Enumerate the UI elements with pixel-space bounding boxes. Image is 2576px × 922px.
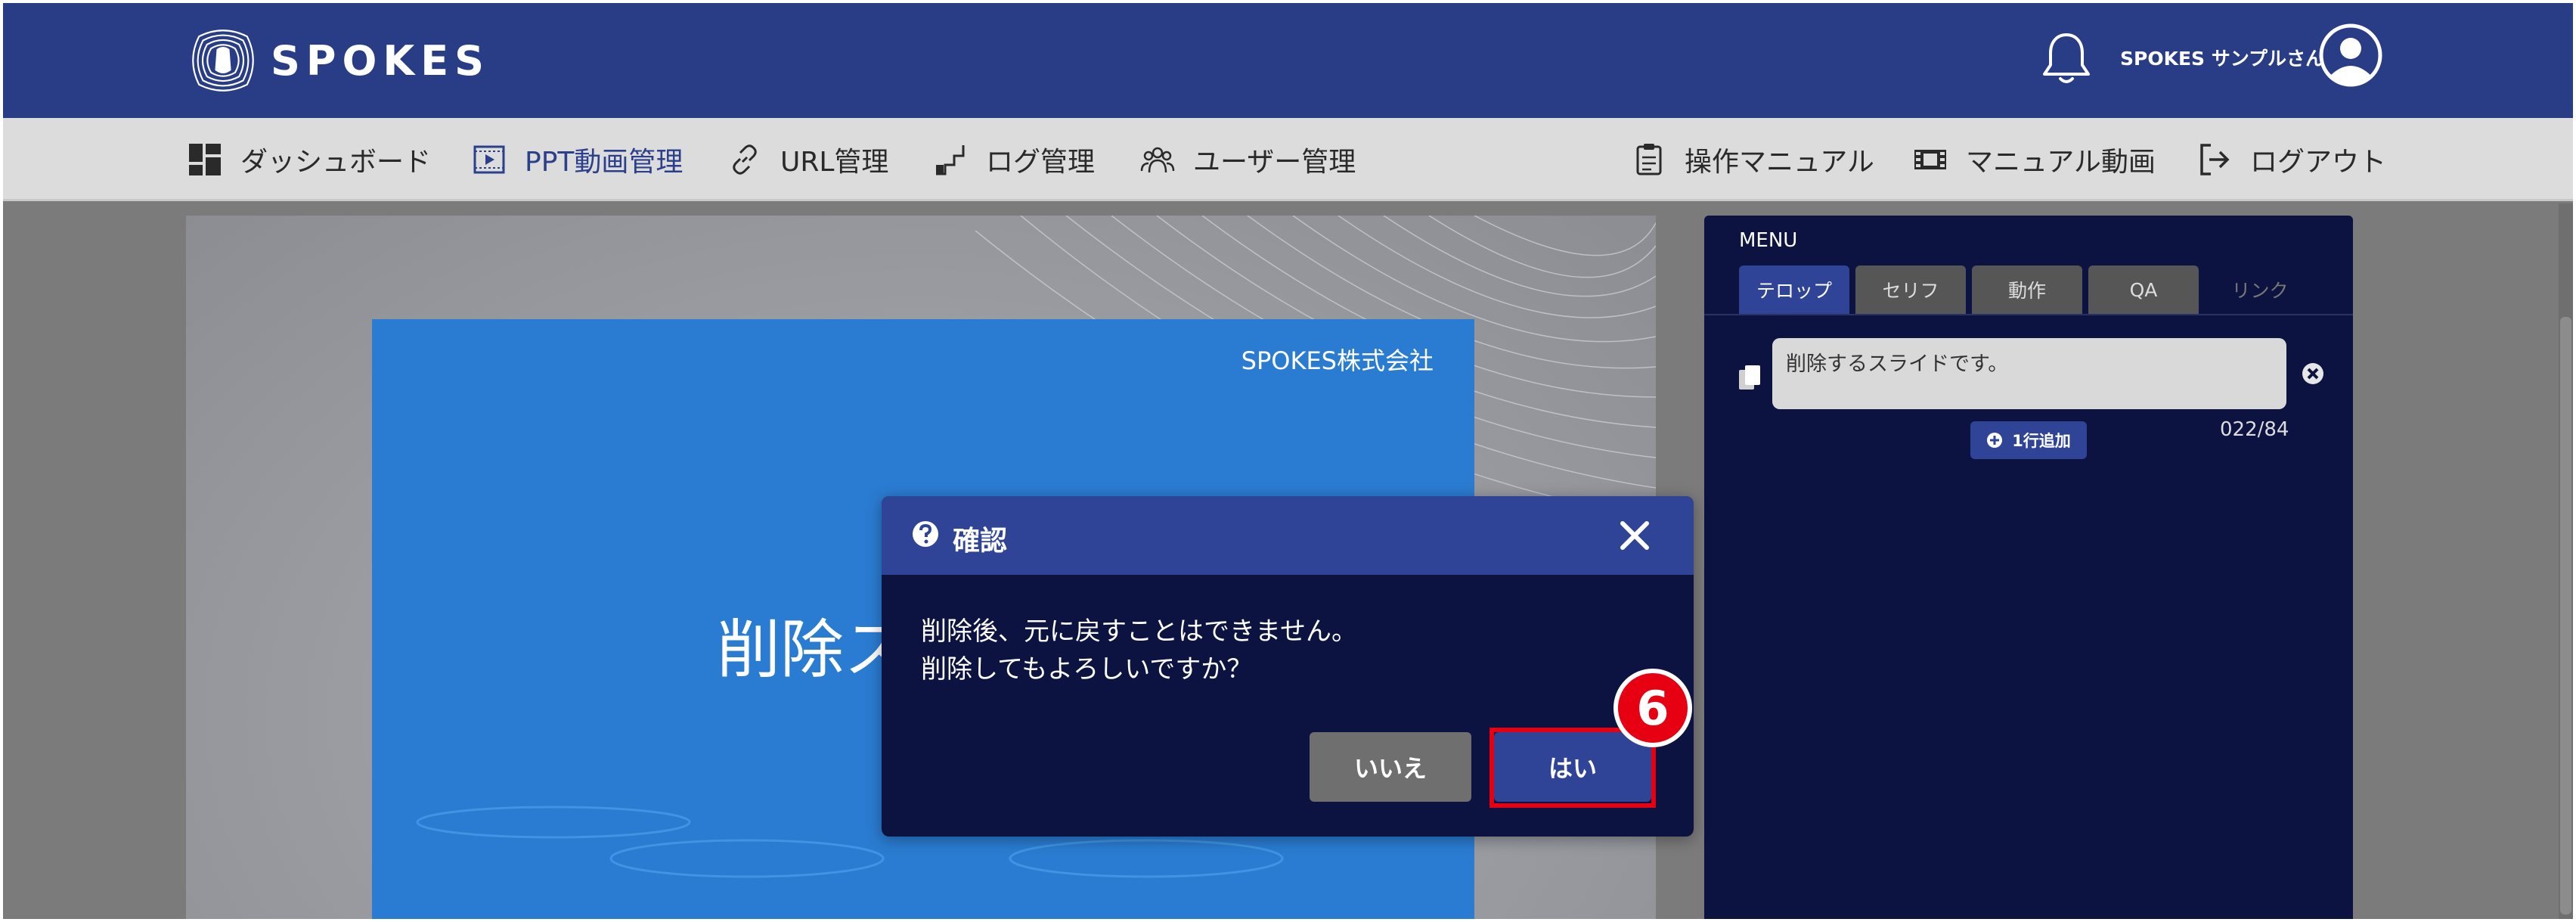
logo-text: SPOKES: [271, 36, 490, 85]
menu-title: MENU: [1739, 229, 1798, 252]
nav-manual-label: 操作マニュアル: [1685, 147, 1874, 178]
bell-icon[interactable]: [2040, 30, 2093, 86]
spokes-logo[interactable]: SPOKES: [183, 18, 490, 103]
tabs-divider: [1704, 314, 2353, 315]
logo-mark-icon: [192, 29, 254, 92]
main-nav: ダッシュボード PPT動画管理 URL管理 ログ管理 ユーザー管理 操作マニュア…: [3, 118, 2573, 201]
nav-ppt-video-label: PPT動画管理: [525, 147, 684, 178]
scroll-thumb[interactable]: [2560, 317, 2571, 914]
nav-user[interactable]: ユーザー管理: [1140, 118, 1356, 201]
nav-dashboard-label: ダッシュボード: [240, 147, 432, 178]
users-icon: [1140, 147, 1175, 173]
page-scrollbar[interactable]: [2559, 203, 2573, 919]
close-icon[interactable]: [1618, 519, 1651, 552]
dialog-message-line1: 削除後、元に戻すことはできません。: [921, 616, 1357, 647]
telop-text-input[interactable]: 削除するスライドです。: [1772, 338, 2286, 409]
slide-title: 削除ス: [717, 613, 908, 687]
no-button[interactable]: いいえ: [1310, 732, 1471, 802]
account-icon[interactable]: [2318, 23, 2383, 88]
nav-url[interactable]: URL管理: [727, 118, 888, 201]
dashboard-icon: [189, 144, 221, 175]
add-line-button[interactable]: 1行追加: [1970, 421, 2087, 459]
tab-serif[interactable]: セリフ: [1855, 265, 1966, 314]
tab-telop[interactable]: テロップ: [1739, 265, 1849, 314]
add-line-label: 1行追加: [2012, 432, 2071, 450]
dialog-message-line2: 削除してもよろしいですか？: [921, 654, 1253, 685]
stairs-icon: [936, 145, 965, 175]
film-icon: [473, 145, 505, 174]
clipboard-icon: [1636, 144, 1662, 175]
tab-link[interactable]: リンク: [2205, 265, 2315, 314]
menu-tabs: テロップ セリフ 動作 QA リンク: [1739, 265, 2315, 314]
copy-icon[interactable]: [1737, 364, 1763, 393]
dialog-message: 削除後、元に戻すことはできません。 削除してもよろしいですか？: [921, 613, 1357, 688]
app-window: SPOKES SPOKES サンプルさん ダッシュボード PPT動画管理 URL…: [3, 3, 2573, 919]
nav-manual-video-label: マニュアル動画: [1966, 147, 2156, 178]
dialog-title: 確認: [953, 526, 1008, 557]
nav-log-label: ログ管理: [986, 147, 1096, 178]
question-icon: [913, 521, 938, 547]
nav-url-label: URL管理: [780, 147, 889, 178]
nav-dashboard[interactable]: ダッシュボード: [188, 118, 431, 201]
step-badge: 6: [1613, 669, 1692, 747]
nav-logout-label: ログアウト: [2250, 147, 2387, 178]
nav-ppt-video[interactable]: PPT動画管理: [472, 118, 683, 201]
menu-panel: MENU テロップ セリフ 動作 QA リンク 削除するスライドです。 1行追加…: [1704, 216, 2353, 919]
char-count: 022/84: [2220, 418, 2289, 441]
nav-manual-video[interactable]: マニュアル動画: [1913, 118, 2156, 201]
dialog-header: 確認: [882, 496, 1694, 575]
link-icon: [733, 144, 757, 175]
tab-action[interactable]: 動作: [1972, 265, 2082, 314]
video-icon: [1914, 150, 1946, 169]
plus-circle-icon: [1987, 433, 2003, 448]
user-name[interactable]: SPOKES サンプルさん: [2120, 44, 2324, 71]
logout-icon: [2200, 144, 2230, 175]
nav-manual[interactable]: 操作マニュアル: [1632, 118, 1874, 201]
slide-company-name: SPOKES株式会社: [1241, 346, 1434, 375]
clear-icon[interactable]: [2302, 362, 2324, 385]
top-header: SPOKES SPOKES サンプルさん: [3, 3, 2573, 118]
nav-user-label: ユーザー管理: [1193, 147, 1356, 178]
tab-qa[interactable]: QA: [2088, 265, 2199, 314]
nav-log[interactable]: ログ管理: [933, 118, 1095, 201]
nav-logout[interactable]: ログアウト: [2197, 118, 2386, 201]
